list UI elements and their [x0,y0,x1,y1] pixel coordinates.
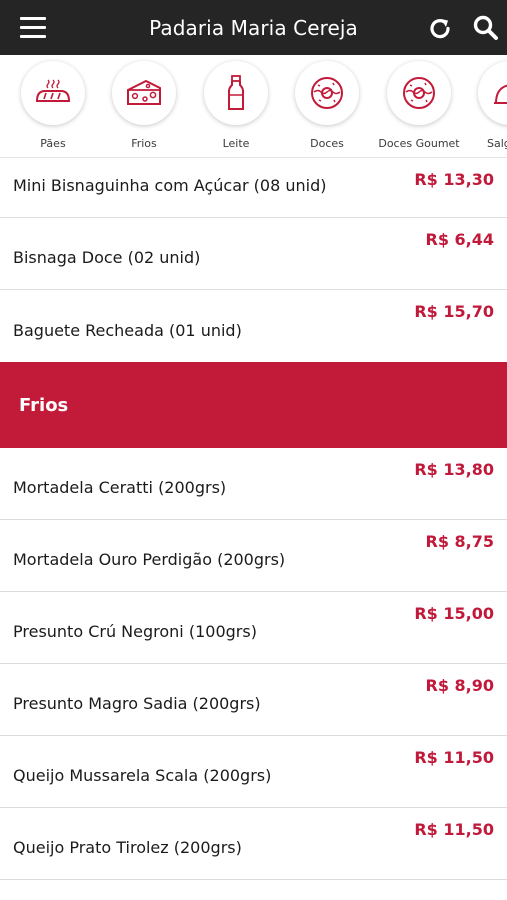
product-price: R$ 11,50 [414,820,494,839]
category-label: Doces [310,137,344,150]
product-row[interactable]: Queijo Mussarela Scala (200grs) R$ 11,50 [0,736,507,808]
product-price: R$ 13,80 [414,460,494,479]
product-row[interactable]: Baguete Recheada (01 unid) R$ 15,70 [0,290,507,362]
refresh-icon[interactable] [426,15,454,43]
product-name: Mortadela Ceratti (200grs) [13,478,227,497]
category-label: Doces Goumet [378,137,460,150]
product-price: R$ 15,70 [414,302,494,321]
product-name: Queijo Mussarela Scala (200grs) [13,766,272,785]
product-list: Mini Bisnaguinha com Açúcar (08 unid) R$… [0,158,507,880]
product-name: Presunto Magro Sadia (200grs) [13,694,261,713]
cheese-icon [112,61,176,125]
product-name: Queijo Prato Tirolez (200grs) [13,838,242,857]
category-label: Pães [40,137,66,150]
category-doces[interactable]: Doces [281,55,373,157]
product-price: R$ 6,44 [425,230,495,249]
product-name: Presunto Crú Negroni (100grs) [13,622,257,641]
product-name: Bisnaga Doce (02 unid) [13,248,201,267]
category-label: Leite [222,137,250,150]
category-frios[interactable]: Frios [98,55,190,157]
bread-icon [21,61,85,125]
category-label: Salg [487,137,507,150]
category-doces-goumet[interactable]: Doces Goumet [373,55,465,157]
product-price: R$ 13,30 [414,170,494,189]
product-price: R$ 8,75 [425,532,495,551]
product-row[interactable]: Bisnaga Doce (02 unid) R$ 6,44 [0,218,507,290]
savory-icon [478,61,507,125]
milk-bottle-icon [204,61,268,125]
category-leite[interactable]: Leite [190,55,282,157]
product-price: R$ 8,90 [425,676,495,695]
product-row[interactable]: Mortadela Ceratti (200grs) R$ 13,80 [0,448,507,520]
donut-icon [387,61,451,125]
product-row[interactable]: Mortadela Ouro Perdigão (200grs) R$ 8,75 [0,520,507,592]
donut-icon [295,61,359,125]
search-icon[interactable] [472,14,500,42]
category-paes[interactable]: Pães [7,55,99,157]
category-label: Frios [131,137,157,150]
app-header: Padaria Maria Cereja [0,0,507,55]
category-carousel[interactable]: Pães Frios Leite Doces Doces Goumet Sal [0,55,507,158]
section-title: Frios [19,395,69,416]
product-name: Baguete Recheada (01 unid) [13,321,242,340]
product-price: R$ 15,00 [414,604,494,623]
product-name: Mortadela Ouro Perdigão (200grs) [13,550,286,569]
category-salgados[interactable]: Salg [464,55,507,157]
product-name: Mini Bisnaguinha com Açúcar (08 unid) [13,176,327,195]
section-header-frios: Frios [0,362,507,448]
product-row[interactable]: Queijo Prato Tirolez (200grs) R$ 11,50 [0,808,507,880]
product-row[interactable]: Presunto Crú Negroni (100grs) R$ 15,00 [0,592,507,664]
product-price: R$ 11,50 [414,748,494,767]
product-row[interactable]: Mini Bisnaguinha com Açúcar (08 unid) R$… [0,158,507,218]
product-row[interactable]: Presunto Magro Sadia (200grs) R$ 8,90 [0,664,507,736]
